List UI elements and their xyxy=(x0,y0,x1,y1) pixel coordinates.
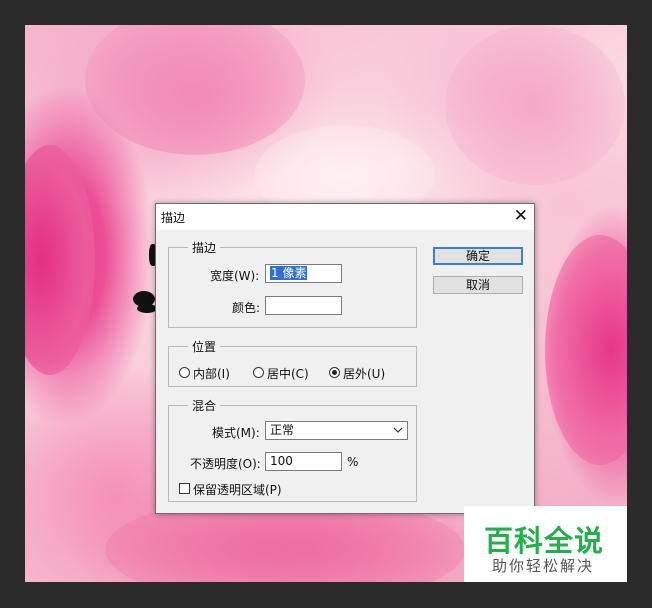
opacity-unit: % xyxy=(347,455,359,469)
opacity-value: 100 xyxy=(270,454,293,468)
ok-button[interactable]: 确定 xyxy=(433,247,523,265)
dialog-title: 描边 xyxy=(161,211,186,225)
opacity-input[interactable]: 100 xyxy=(265,452,342,471)
opacity-label: 不透明度(O): xyxy=(190,457,261,471)
width-value: 1 像素 xyxy=(270,266,308,280)
blend-group-legend: 混合 xyxy=(188,397,221,414)
stroke-group-legend: 描边 xyxy=(188,239,221,256)
radio-inside-label[interactable]: 内部(I) xyxy=(193,365,230,382)
watermark: 百科全说 助你轻松解决 xyxy=(464,506,627,582)
stroke-mark xyxy=(137,304,157,313)
dialog-titlebar[interactable]: 描边 ✕ xyxy=(156,204,534,230)
petal-shape xyxy=(25,145,95,375)
radio-center[interactable] xyxy=(253,367,264,378)
color-label: 颜色: xyxy=(232,301,261,315)
mode-select[interactable]: 正常 xyxy=(265,421,408,440)
radio-center-label[interactable]: 居中(C) xyxy=(267,365,309,382)
stroke-group: 描边 宽度(W): 1 像素 颜色: xyxy=(168,239,417,328)
close-icon[interactable]: ✕ xyxy=(514,206,528,226)
position-group: 位置 内部(I) 居中(C) 居外(U) xyxy=(168,338,417,387)
watermark-subtitle: 助你轻松解决 xyxy=(492,557,595,575)
chevron-down-icon xyxy=(393,427,403,433)
mode-label: 模式(M): xyxy=(212,426,260,440)
radio-outside[interactable] xyxy=(329,367,340,378)
mode-value: 正常 xyxy=(270,423,295,437)
blend-group: 混合 模式(M): 正常 不透明度(O): 100 % 保留透明区域(P) xyxy=(168,397,417,502)
color-swatch[interactable] xyxy=(265,296,342,315)
radio-outside-label[interactable]: 居外(U) xyxy=(343,365,385,382)
petal-shape xyxy=(445,25,625,185)
petal-shape xyxy=(85,25,305,155)
width-label: 宽度(W): xyxy=(210,269,260,283)
position-group-legend: 位置 xyxy=(188,338,221,355)
preserve-transparency-label[interactable]: 保留透明区域(P) xyxy=(193,481,282,498)
stroke-dialog: 描边 ✕ 描边 宽度(W): 1 像素 颜色: 位置 内部(I) 居中(C) 居… xyxy=(155,203,535,514)
width-input[interactable]: 1 像素 xyxy=(265,264,342,283)
cancel-button[interactable]: 取消 xyxy=(433,276,523,294)
petal-shape xyxy=(545,235,627,465)
watermark-title: 百科全说 xyxy=(484,524,605,558)
preserve-transparency-checkbox[interactable] xyxy=(179,483,190,494)
radio-inside[interactable] xyxy=(179,367,190,378)
